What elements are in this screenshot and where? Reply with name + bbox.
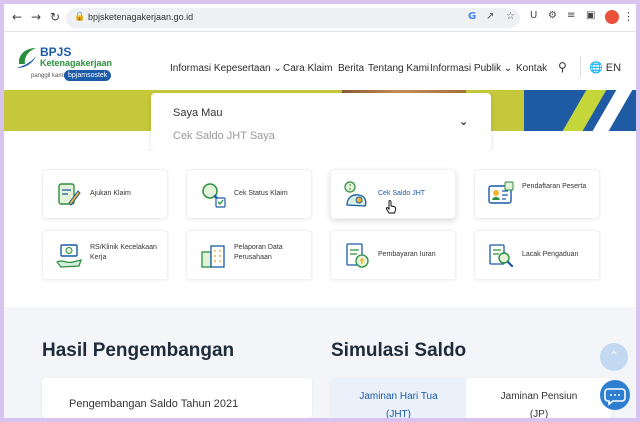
browser-window: ← → ↻ 🔒 bpjsketenagakerjaan.go.id G ↗ ☆ … [4,4,636,418]
chevron-down-icon[interactable]: ⌄ [459,115,468,128]
bottom-section: Hasil Pengembangan Simulasi Saldo Pengem… [4,307,636,418]
tab-jht-sub: (JHT) [386,409,411,418]
hospital-hand-icon [56,244,82,268]
service-label: Lacak Pengaduan [522,251,579,258]
tab-jp[interactable]: Jaminan Pensiun (JP) [466,388,612,418]
complaint-search-icon [489,244,514,268]
services-section: Ajukan Klaim Cek Status Klaim Cek Saldo … [4,151,636,307]
saya-mau-dropdown[interactable]: Saya Mau Cek Saldo JHT Saya ⌄ [151,93,491,151]
menu-cara-klaim[interactable]: Cara Klaim [283,63,332,74]
logo-tagline: panggil kami [31,73,65,79]
service-label: Cek Saldo JHT [378,190,426,197]
service-lacak-pengaduan[interactable]: Lacak Pengaduan [474,230,600,280]
service-ajukan-klaim[interactable]: Ajukan Klaim [42,169,168,219]
profile-avatar-icon[interactable] [605,10,619,24]
hand-cursor-icon [385,200,397,214]
registration-card-icon [488,181,514,204]
saldo-money-icon [344,181,367,207]
header-divider [580,56,581,78]
google-icon[interactable]: G [468,11,476,22]
search-icon[interactable]: ⚲ [558,60,567,74]
menu-informasi-publik[interactable]: Informasi Publik ⌄ [430,63,512,74]
simulasi-tabs: Jaminan Hari Tua (JHT) Jaminan Pensiun (… [331,378,612,418]
back-icon[interactable]: ← [10,10,24,24]
chat-bubble-icon [604,388,626,406]
tab-jht[interactable]: Jaminan Hari Tua (JHT) [331,388,466,418]
service-cek-status-klaim[interactable]: Cek Status Klaim [186,169,312,219]
forward-icon[interactable]: → [29,10,43,24]
service-pendaftaran-peserta[interactable]: Pendaftaran Peserta [474,169,600,219]
chat-button[interactable] [600,380,630,410]
service-rs-klinik[interactable]: RS/Klinik Kecelakaan Kerja [42,230,168,280]
scroll-to-top-button[interactable]: ⌃ [600,343,628,371]
service-pembayaran-iuran[interactable]: Pembayaran Iuran [330,230,456,280]
hasil-card[interactable]: Pengembangan Saldo Tahun 2021 [42,378,312,418]
extension-u-icon[interactable]: U [530,10,537,21]
service-label: Pembayaran Iuran [378,251,436,258]
menu-tentang-kami[interactable]: Tentang Kami [368,63,429,74]
logo-subtitle: Ketenagakerjaan [40,58,113,68]
service-label: Ajukan Klaim [90,190,131,197]
saya-mau-selected[interactable]: Cek Saldo JHT Saya [173,130,275,142]
bookmark-star-icon[interactable]: ☆ [506,11,515,22]
tab-jp-sub: (JP) [529,409,549,418]
more-menu-icon[interactable]: ⋮ [623,10,634,23]
logo-nickname: bpjamsostek [64,70,112,81]
service-label: RS/Klinik Kecelakaan Kerja [90,244,157,261]
browser-toolbar: ← → ↻ 🔒 bpjsketenagakerjaan.go.id G ↗ ☆ … [4,4,636,32]
bpjs-logo[interactable]: BPJS Ketenagakerjaan panggil kami bpjams… [16,42,136,84]
media-queue-icon[interactable]: ≡ [567,10,575,21]
language-switch[interactable]: 🌐 EN [589,61,621,74]
simulasi-saldo-title: Simulasi Saldo [331,340,467,361]
chevron-up-icon: ⌃ [608,349,620,363]
document-pen-icon [58,183,81,206]
reload-icon[interactable]: ↻ [48,10,62,24]
puzzle-icon[interactable]: ⚙ [548,10,557,21]
logo-swirl-icon [17,48,36,68]
menu-kontak[interactable]: Kontak [516,63,547,74]
globe-icon: 🌐 [589,61,603,74]
tab-jp-label: Jaminan Pensiun [500,391,578,402]
service-label: Pendaftaran Peserta [522,183,587,190]
hasil-pengembangan-title: Hasil Pengembangan [42,340,235,361]
share-icon[interactable]: ↗ [486,11,494,22]
lock-icon[interactable]: 🔒 [74,12,85,22]
address-bar[interactable]: 🔒 bpjsketenagakerjaan.go.id G ↗ ☆ [66,8,520,28]
tab-jht-label: Jaminan Hari Tua [359,391,438,402]
service-pelaporan-data[interactable]: Pelaporan Data Perusahaan [186,230,312,280]
url-text[interactable]: bpjsketenagakerjaan.go.id [88,12,193,22]
logo-brand: BPJS [40,45,72,59]
site-header: BPJS Ketenagakerjaan panggil kami bpjams… [4,32,636,90]
service-label: Cek Status Klaim [234,190,288,197]
company-building-icon [201,245,225,268]
payment-document-icon [346,243,369,268]
side-panel-icon[interactable]: ▣ [586,10,595,21]
service-label: Pelaporan Data Perusahaan [234,244,283,261]
saya-mau-label: Saya Mau [173,107,223,119]
menu-informasi-kepesertaan[interactable]: Informasi Kepesertaan ⌄ [170,63,282,74]
magnifier-check-icon [202,183,226,208]
menu-berita[interactable]: Berita [338,63,364,74]
language-label: EN [605,62,622,74]
hasil-card-text: Pengembangan Saldo Tahun 2021 [69,398,239,410]
